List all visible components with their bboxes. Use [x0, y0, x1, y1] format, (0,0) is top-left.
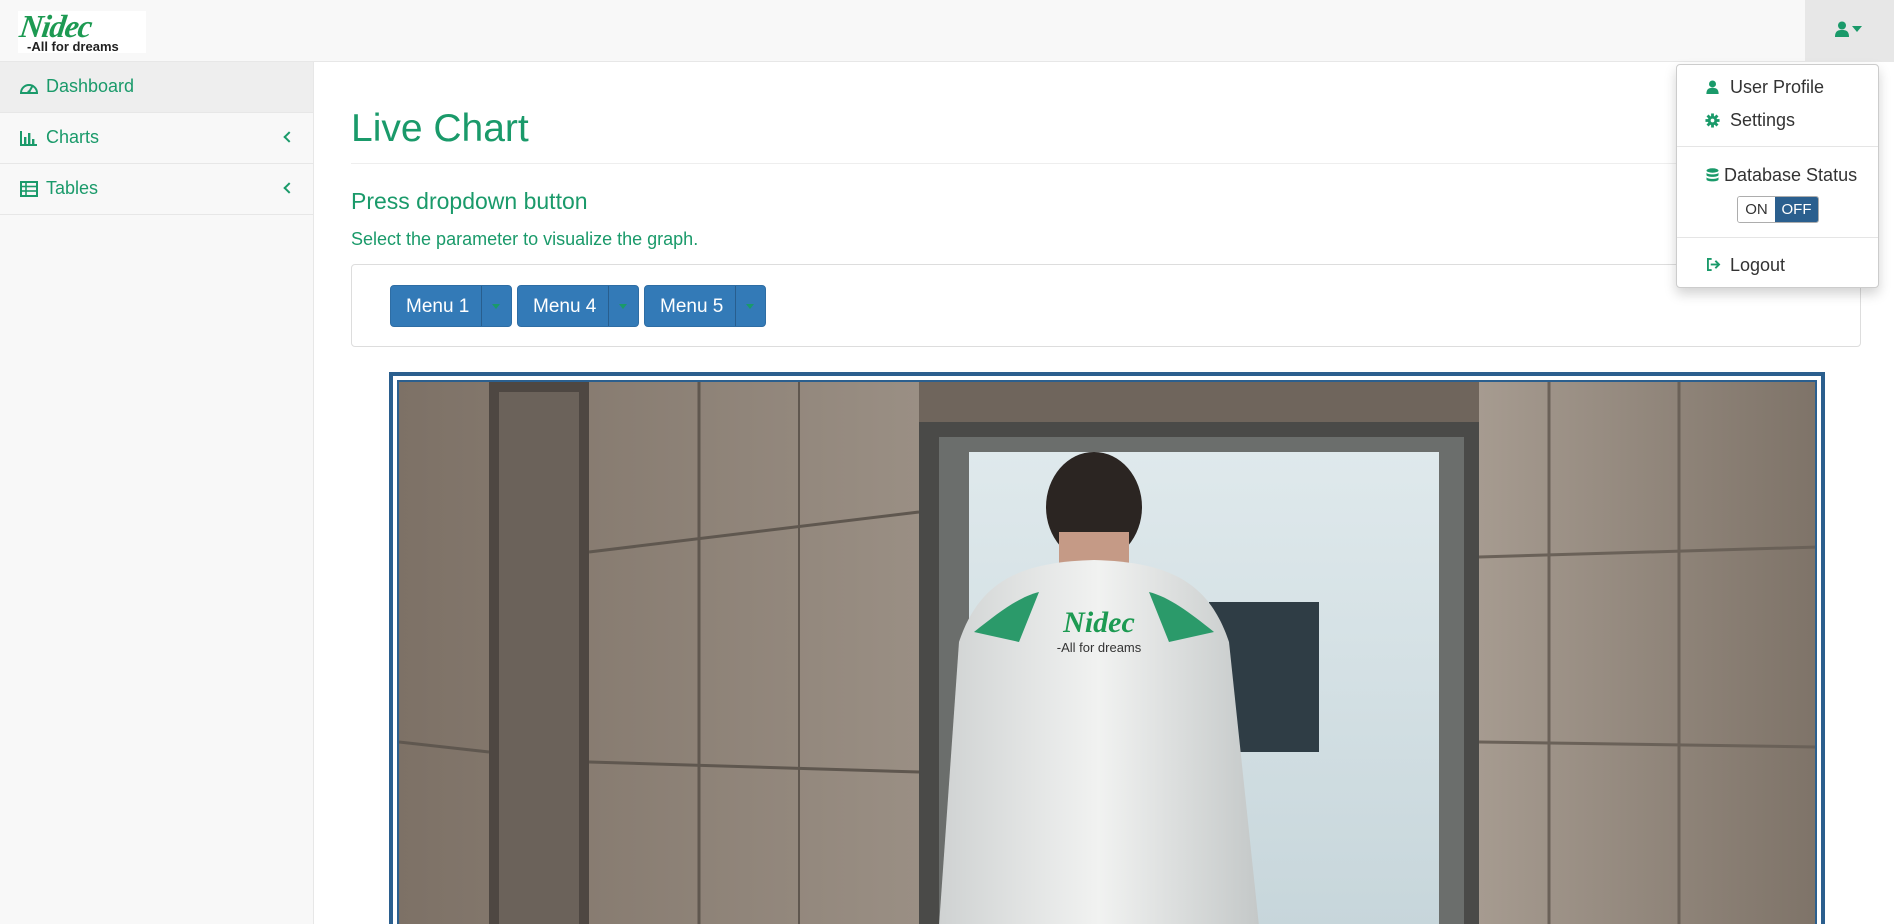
- database-icon: [1706, 168, 1719, 189]
- user-menu-toggle[interactable]: [1805, 0, 1894, 62]
- chevron-down-icon[interactable]: [492, 304, 500, 309]
- sidebar-item-dashboard[interactable]: Dashboard: [0, 62, 313, 113]
- sidebar-item-tables[interactable]: Tables: [0, 164, 313, 215]
- sidebar-item-charts[interactable]: Charts: [0, 113, 313, 164]
- user-icon: [1835, 21, 1849, 42]
- video-still-image: Nidec -All for dreams: [399, 382, 1815, 924]
- split-divider: [608, 286, 609, 326]
- instructions-text: Select the parameter to visualize the gr…: [351, 229, 699, 249]
- toggle-off-option[interactable]: OFF: [1775, 197, 1818, 222]
- sidebar-item-label: Tables: [46, 178, 99, 198]
- title-divider: [351, 163, 1859, 164]
- menu-divider: [1677, 237, 1878, 238]
- table-icon: [20, 181, 38, 202]
- menu-5-dropdown-button[interactable]: Menu 5: [644, 285, 766, 327]
- jacket-logo-text: Nidec: [1062, 606, 1135, 639]
- split-divider: [735, 286, 736, 326]
- top-navbar: Nidec -All for dreams: [0, 0, 1894, 62]
- brand-tagline: -All for dreams: [27, 39, 119, 54]
- split-divider: [481, 286, 482, 326]
- bar-chart-icon: [20, 130, 38, 151]
- gear-icon: [1705, 113, 1720, 133]
- user-icon: [1706, 80, 1719, 99]
- database-status-toggle[interactable]: ON OFF: [1737, 196, 1819, 223]
- video-frame: Nidec -All for dreams: [389, 372, 1825, 924]
- dashboard-icon: [19, 79, 39, 100]
- sidebar: Dashboard Charts Tables: [0, 62, 314, 924]
- menu-item-label: User Profile: [1730, 77, 1825, 97]
- menu-4-dropdown-button[interactable]: Menu 4: [517, 285, 639, 327]
- brand-logo-text: Nidec: [17, 8, 94, 44]
- menu-item-user-profile[interactable]: User Profile: [1677, 73, 1878, 101]
- menu-item-label: Logout: [1730, 255, 1786, 275]
- brand-logo[interactable]: Nidec -All for dreams: [17, 8, 146, 54]
- menu-button-panel: Menu 1 Menu 4 Menu 5: [351, 264, 1861, 347]
- menu-item-settings[interactable]: Settings: [1677, 106, 1878, 134]
- page-title: Live Chart: [351, 107, 529, 150]
- toggle-on-option[interactable]: ON: [1738, 197, 1775, 222]
- menu-item-label: Settings: [1730, 110, 1796, 130]
- button-label: Menu 5: [660, 296, 724, 317]
- menu-divider: [1677, 146, 1878, 147]
- chevron-down-icon[interactable]: [619, 304, 627, 309]
- sign-out-icon: [1706, 258, 1721, 276]
- jacket-tagline-text: -All for dreams: [1057, 640, 1142, 655]
- menu-item-label: Database Status: [1724, 165, 1858, 185]
- main-content: Live Chart Press dropdown button Select …: [315, 62, 1894, 924]
- chevron-left-icon: [283, 182, 295, 194]
- menu-item-database-status: Database Status: [1677, 161, 1878, 189]
- sidebar-item-label: Charts: [46, 127, 100, 147]
- chevron-left-icon: [283, 131, 295, 143]
- user-dropdown-menu: User Profile Settings Database Status ON…: [1676, 64, 1879, 288]
- menu-item-logout[interactable]: Logout: [1677, 251, 1878, 279]
- button-label: Menu 4: [533, 296, 597, 317]
- chevron-down-icon: [1852, 26, 1862, 32]
- button-label: Menu 1: [406, 296, 470, 317]
- menu-1-dropdown-button[interactable]: Menu 1: [390, 285, 512, 327]
- video-player[interactable]: Nidec -All for dreams: [397, 380, 1817, 924]
- chevron-down-icon[interactable]: [746, 304, 754, 309]
- section-subtitle: Press dropdown button: [351, 188, 588, 214]
- sidebar-item-label: Dashboard: [46, 76, 135, 96]
